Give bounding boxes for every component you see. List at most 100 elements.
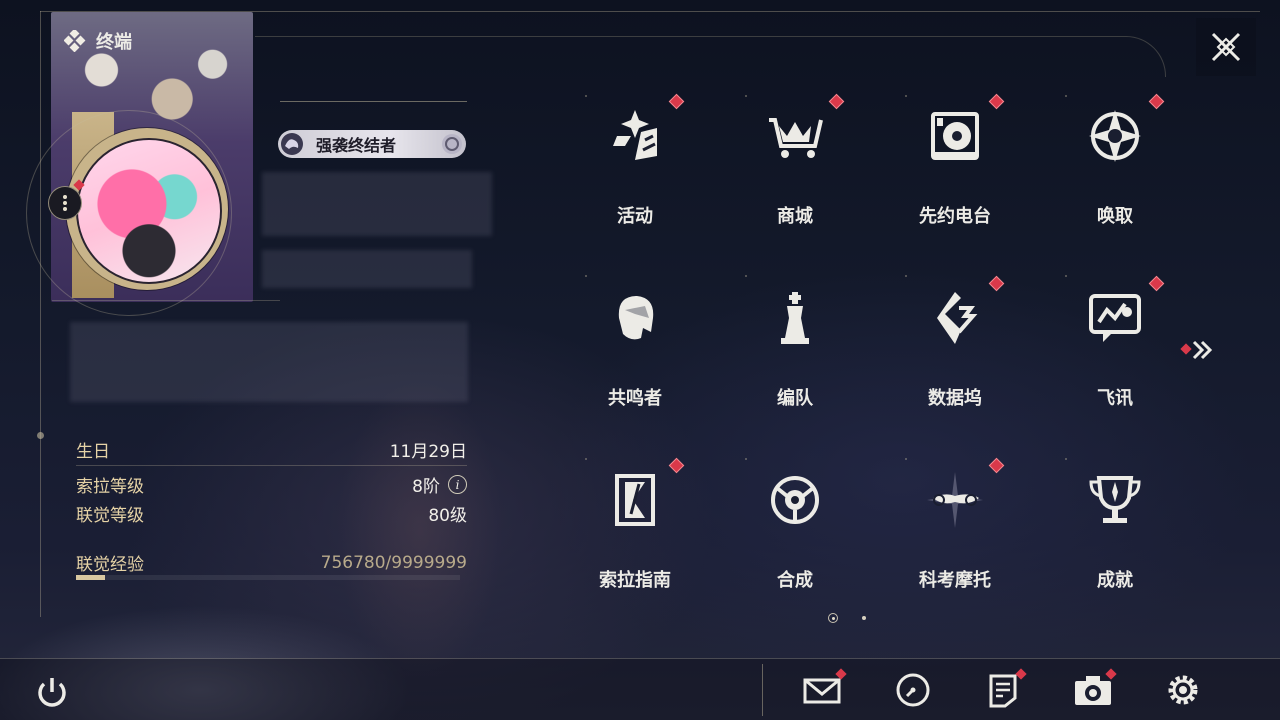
stat-label: 联觉经验 — [76, 555, 144, 575]
menu-item-label: 唤取 — [1097, 206, 1133, 227]
stat-label: 索拉等级 — [76, 477, 144, 497]
grid-ornament — [905, 275, 907, 277]
next-page-arrow-icon[interactable] — [1180, 338, 1222, 362]
menu-item-convene[interactable]: 唤取 — [1035, 80, 1195, 262]
stat-birthday: 生日 11月29日 — [76, 437, 467, 462]
stat-union-level: 联觉等级 80级 — [76, 501, 467, 526]
terminal-icon — [64, 30, 86, 52]
grid-ornament — [745, 458, 747, 460]
frame-left-line — [40, 11, 41, 617]
menu-item-label: 先约电台 — [919, 206, 991, 227]
menu-item-radio[interactable]: 先约电台 — [875, 80, 1035, 262]
alert-dot — [828, 93, 845, 110]
trophy-icon — [1089, 476, 1141, 523]
mail-button[interactable] — [803, 668, 847, 710]
alert-dot — [668, 457, 685, 474]
chess-team-icon — [781, 292, 809, 344]
function-grid: 活动 商城 先约电台 唤取 共鸣者 编队 数据坞 飞讯 索拉指南 合成 科考摩托… — [555, 80, 1195, 626]
grid-ornament — [905, 458, 907, 460]
page-title-group: 终端 — [64, 28, 132, 54]
stat-sola-level: 索拉等级 8阶 i — [76, 472, 467, 497]
bottom-divider — [0, 658, 1280, 659]
camera-button[interactable] — [1073, 668, 1117, 710]
menu-item-synthesis[interactable]: 合成 — [715, 444, 875, 626]
grid-ornament — [905, 95, 907, 97]
page-indicator — [828, 613, 866, 623]
synthesis-icon — [771, 476, 819, 524]
blurred-name — [262, 172, 492, 236]
menu-item-label: 活动 — [617, 206, 653, 227]
menu-item-label: 数据坞 — [928, 388, 982, 409]
power-icon[interactable] — [34, 674, 70, 710]
motorcycle-icon — [927, 472, 983, 528]
menu-item-data-dock[interactable]: 数据坞 — [875, 262, 1035, 444]
menu-item-motorcycle[interactable]: 科考摩托 — [875, 444, 1035, 626]
exp-progress-fill — [76, 575, 106, 580]
menu-item-activity[interactable]: 活动 — [555, 80, 715, 262]
grid-ornament — [1065, 275, 1067, 277]
bottom-separator — [762, 664, 763, 716]
settings-gear-icon — [1168, 675, 1198, 705]
divider-line — [76, 465, 467, 466]
alert-dot — [668, 93, 685, 110]
frame-ornament — [37, 432, 44, 439]
menu-item-guide[interactable]: 索拉指南 — [555, 444, 715, 626]
clock-button[interactable] — [893, 670, 933, 710]
blurred-signature — [70, 322, 468, 402]
menu-item-shop[interactable]: 商城 — [715, 80, 875, 262]
menu-item-label: 编队 — [777, 388, 813, 409]
grid-ornament — [745, 95, 747, 97]
menu-item-resonators[interactable]: 共鸣者 — [555, 262, 715, 444]
alert-dot — [1148, 275, 1165, 292]
menu-item-achievements[interactable]: 成就 — [1035, 444, 1195, 626]
stat-value: 8阶 — [412, 477, 440, 497]
guide-book-icon — [615, 474, 655, 526]
title-badge-text: 强袭终结者 — [316, 136, 397, 155]
data-dock-icon — [937, 292, 978, 344]
stat-value: 11月29日 — [389, 442, 467, 462]
menu-item-team[interactable]: 编队 — [715, 262, 875, 444]
title-badge[interactable]: 强袭终结者 — [278, 130, 466, 158]
page-title: 终端 — [96, 32, 132, 53]
profile-menu-button[interactable] — [48, 186, 82, 220]
compass-star-icon — [1089, 110, 1141, 162]
activity-icon — [613, 110, 657, 160]
menu-item-label: 商城 — [777, 206, 813, 227]
blurred-uid — [262, 250, 472, 288]
badge-divider — [280, 101, 467, 102]
menu-item-label: 飞讯 — [1097, 388, 1133, 409]
stat-value-group: 8阶 i — [412, 472, 467, 497]
shop-cart-icon — [769, 118, 823, 158]
frame-arc — [255, 36, 1166, 77]
grid-ornament — [1065, 458, 1067, 460]
radio-icon — [931, 112, 979, 160]
resonator-icon — [618, 296, 654, 340]
alert-dot — [988, 93, 1005, 110]
more-vertical-icon — [63, 195, 67, 211]
info-icon[interactable]: i — [448, 475, 467, 494]
notes-button[interactable] — [983, 668, 1027, 710]
menu-item-label: 科考摩托 — [919, 570, 991, 591]
avatar[interactable] — [76, 138, 222, 284]
stat-label: 联觉等级 — [76, 506, 144, 526]
divider-line — [52, 300, 280, 301]
grid-ornament — [1065, 95, 1067, 97]
menu-item-label: 成就 — [1097, 570, 1133, 591]
page-dot[interactable] — [862, 616, 866, 620]
close-icon — [1211, 32, 1241, 62]
menu-item-messages[interactable]: 飞讯 — [1035, 262, 1195, 444]
chat-message-icon — [1089, 294, 1141, 342]
grid-ornament — [585, 95, 587, 97]
alert-dot — [988, 457, 1005, 474]
emblem-icon — [442, 134, 462, 154]
alert-dot — [988, 275, 1005, 292]
page-dot-active[interactable] — [828, 613, 838, 623]
grid-ornament — [585, 275, 587, 277]
settings-button[interactable] — [1163, 670, 1203, 710]
stat-value: 80级 — [428, 506, 467, 526]
stat-label: 生日 — [76, 442, 110, 462]
close-button[interactable] — [1196, 18, 1256, 76]
dragon-emblem-icon — [281, 133, 303, 155]
menu-item-label: 合成 — [777, 570, 813, 591]
exp-progress-bar — [76, 575, 460, 580]
